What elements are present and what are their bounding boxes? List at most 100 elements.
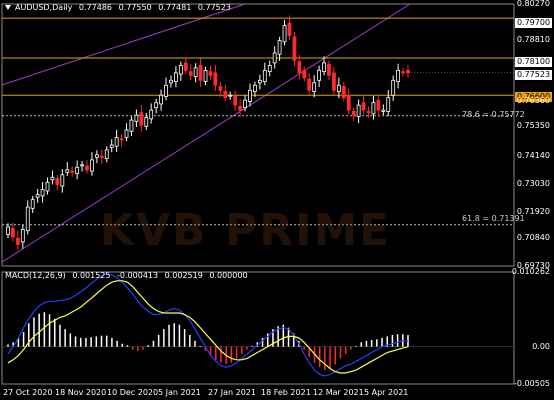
candle-body xyxy=(174,72,178,82)
candle-body xyxy=(371,102,376,115)
candle-body xyxy=(272,52,277,64)
candle-body xyxy=(50,176,55,181)
candle-body xyxy=(336,84,341,92)
chart-menu-arrow-icon[interactable] xyxy=(5,5,11,10)
watermark-logo: KVB PRIME xyxy=(100,205,392,256)
price-tag-r1: 0.79700 xyxy=(515,18,552,28)
candle-body xyxy=(70,170,75,173)
candle-body xyxy=(401,71,405,74)
candle-body xyxy=(218,86,223,91)
candle-body xyxy=(124,129,129,138)
price-tag-current: 0.77523 xyxy=(515,70,552,80)
candle-body xyxy=(376,99,381,111)
candle-body xyxy=(391,79,396,96)
chart-canvas[interactable] xyxy=(0,0,554,400)
candle-body xyxy=(85,165,89,171)
candle-body xyxy=(302,69,307,79)
candle-body xyxy=(134,114,139,122)
candle-body xyxy=(346,94,351,111)
candle-body xyxy=(223,91,228,99)
candle-body xyxy=(99,155,104,158)
candle-body xyxy=(80,164,84,167)
candle-body xyxy=(149,109,154,120)
candle-body xyxy=(183,62,188,71)
channel-upper-line xyxy=(1,3,246,86)
candle-body xyxy=(292,36,297,61)
candle-body xyxy=(94,154,99,158)
candle-body xyxy=(40,189,45,197)
chart-header: AUDUSD,Daily 0.77486 0.77550 0.77481 0.7… xyxy=(5,3,235,13)
time-tick-label: 5 Apr 2021 xyxy=(364,388,409,397)
candle-body xyxy=(341,86,346,99)
candle-body xyxy=(262,69,267,82)
candle-body xyxy=(332,72,336,91)
candle-body xyxy=(233,96,238,106)
price-tick-label: 0.71920 xyxy=(516,206,550,216)
candle-body xyxy=(396,69,401,82)
candle-body xyxy=(15,237,20,245)
macd-tick-label: 0.010262 xyxy=(511,266,550,276)
time-tick-label: 18 Nov 2020 xyxy=(55,388,107,397)
macd-panel-border xyxy=(1,271,515,385)
price-tick-label: 0.80270 xyxy=(516,0,550,8)
candle-body xyxy=(381,109,386,112)
candle-body xyxy=(114,137,119,147)
price-tick-label: 0.76360 xyxy=(516,96,550,106)
fib-786-label: 78.6 = 0.75772 xyxy=(462,110,525,119)
candle-body xyxy=(90,159,94,172)
candle-body xyxy=(20,229,25,243)
macd-value-1: 0.001525 xyxy=(72,271,111,280)
candle-body xyxy=(351,110,356,116)
macd-header: MACD(12,26,9) 0.001525 -0.000413 0.00251… xyxy=(5,271,252,281)
time-tick-label: 10 Dec 2020 xyxy=(107,388,159,397)
price-tick-label: 0.70840 xyxy=(516,233,550,243)
candle-body xyxy=(198,64,203,81)
candle-body xyxy=(228,94,233,97)
candle-body xyxy=(65,169,70,173)
candle-body xyxy=(317,69,322,81)
candle-body xyxy=(164,84,168,97)
candle-body xyxy=(119,138,124,141)
macd-name: MACD(12,26,9) xyxy=(5,271,66,280)
candle-body xyxy=(257,79,262,84)
candle-body xyxy=(297,61,302,74)
candle-body xyxy=(248,89,252,102)
candle-body xyxy=(386,97,391,112)
candle-body xyxy=(104,149,109,160)
chart-close: 0.77523 xyxy=(197,3,231,12)
candle-body xyxy=(30,199,35,209)
macd-value-2: -0.000413 xyxy=(117,271,159,280)
price-tick-label: 0.74140 xyxy=(516,151,550,161)
candle-body xyxy=(312,82,317,92)
candle-body xyxy=(322,62,326,73)
macd-main-line xyxy=(7,272,408,377)
candle-body xyxy=(11,227,15,238)
candle-body xyxy=(188,71,193,76)
fib-618-label: 61.8 = 0.71391 xyxy=(462,214,525,223)
time-tick-label: 5 Jan 2021 xyxy=(158,388,201,397)
candle-body xyxy=(144,117,149,127)
candle-body xyxy=(327,63,331,76)
macd-value-4: 0.000000 xyxy=(209,271,248,280)
candle-body xyxy=(139,112,144,126)
candle-body xyxy=(366,110,371,114)
candle-body xyxy=(45,181,50,192)
candle-body xyxy=(129,119,134,132)
price-tick-label: 0.78810 xyxy=(516,35,550,45)
candle-body xyxy=(109,144,114,148)
time-tick-label: 12 Mar 2021 xyxy=(313,388,364,397)
candle-body xyxy=(277,40,282,55)
chart-high: 0.77550 xyxy=(118,3,152,12)
candle-body xyxy=(169,79,173,84)
candle-body xyxy=(282,25,287,43)
macd-value-3: 0.002519 xyxy=(164,271,203,280)
macd-signal-line xyxy=(7,280,409,374)
candle-body xyxy=(238,106,242,111)
candle-body xyxy=(287,22,292,36)
candle-body xyxy=(203,69,208,82)
candle-body xyxy=(208,71,213,76)
time-tick-label: 27 Jan 2021 xyxy=(208,388,256,397)
candle-body xyxy=(356,104,361,117)
candle-body xyxy=(193,67,198,77)
candle-body xyxy=(267,64,272,73)
